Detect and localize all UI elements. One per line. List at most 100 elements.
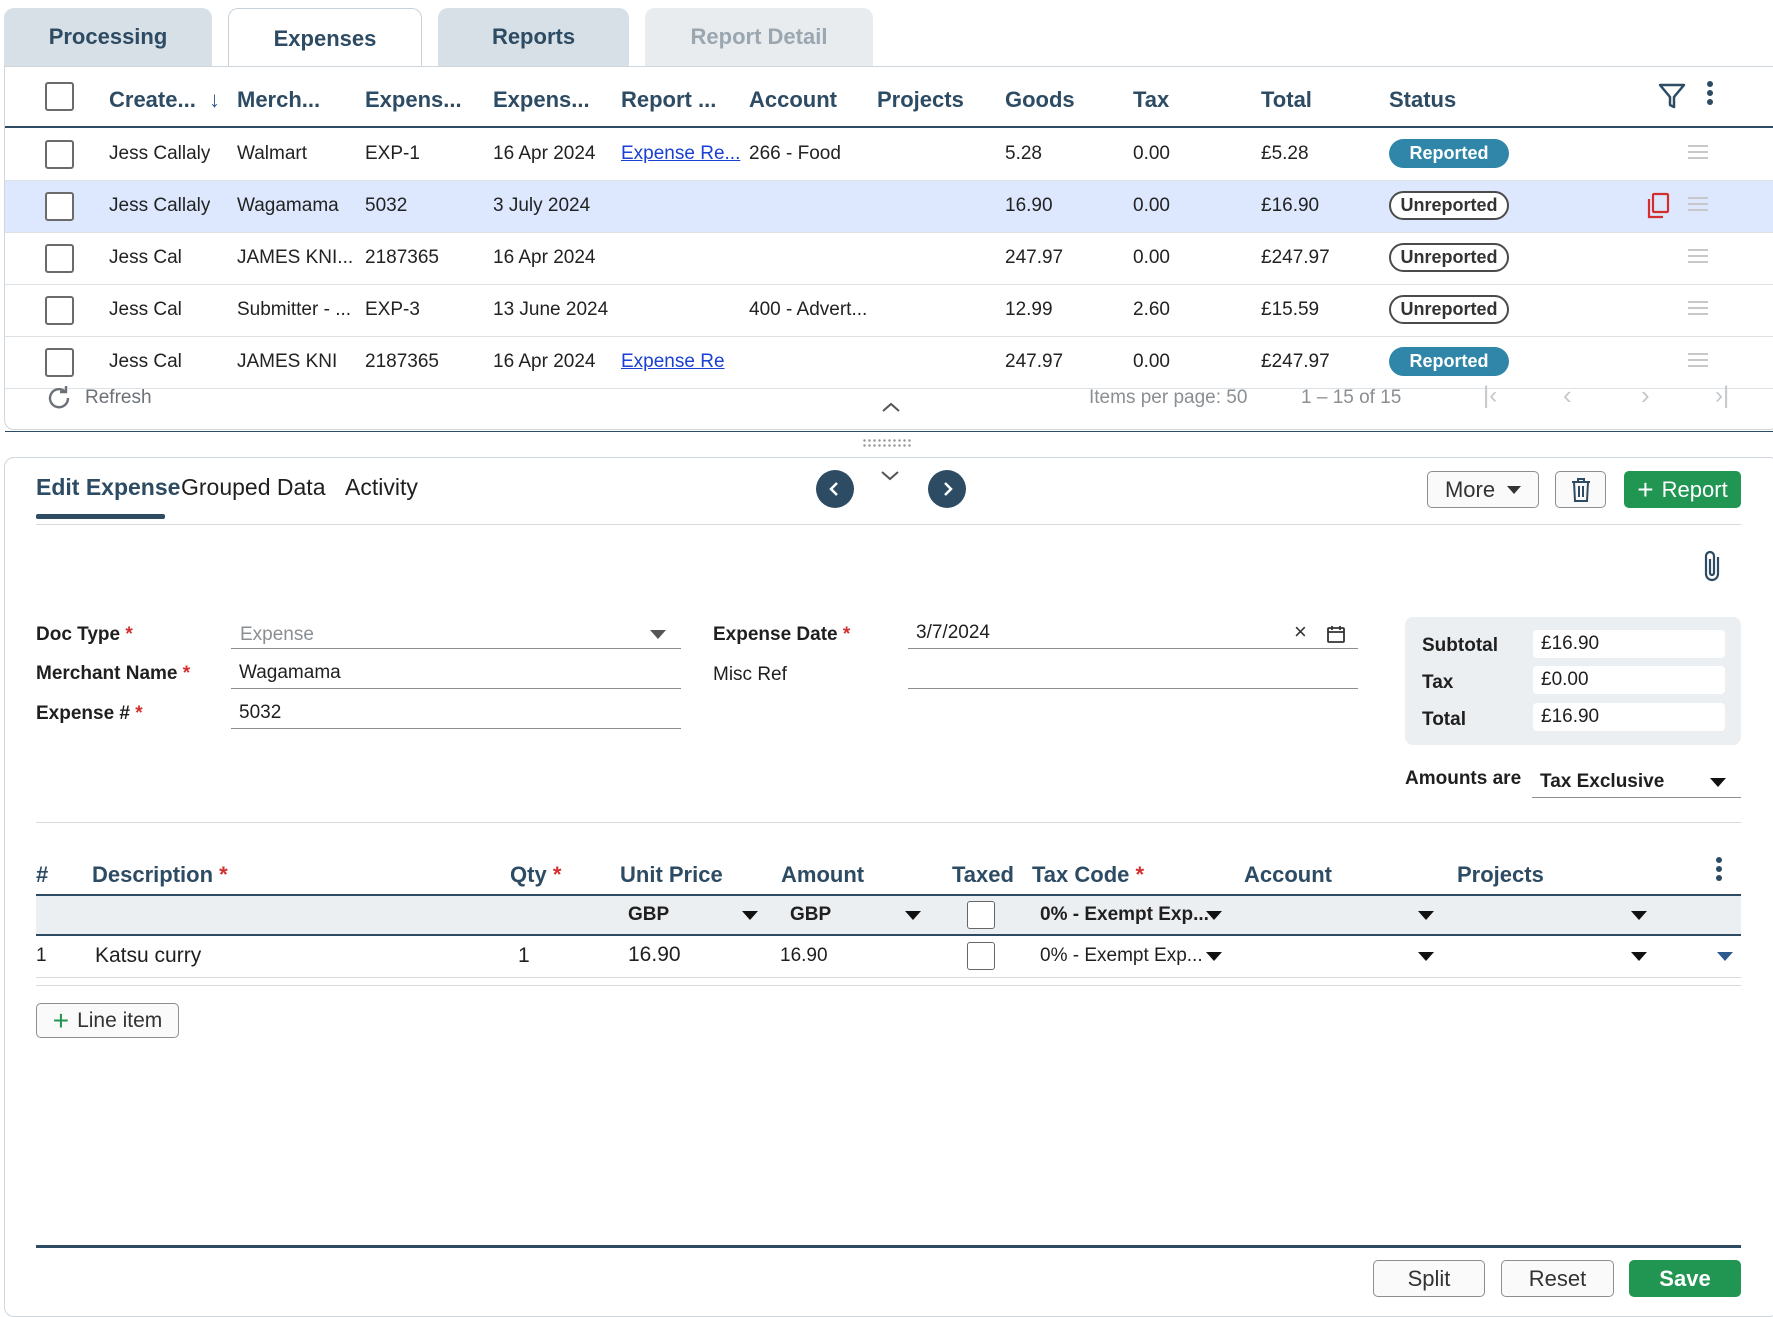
line-expand-caret-icon[interactable] — [1717, 952, 1733, 961]
line-tax-code-select[interactable]: 0% - Exempt Exp... — [1040, 945, 1203, 967]
row-menu-icon[interactable] — [1688, 249, 1708, 267]
next-page-icon[interactable]: › — [1641, 380, 1650, 411]
calendar-icon[interactable] — [1326, 624, 1346, 644]
default-taxed-checkbox[interactable] — [967, 901, 995, 929]
line-description-input[interactable]: Katsu curry — [95, 944, 201, 968]
expense-number-input[interactable]: 5032 — [239, 702, 281, 724]
default-account-caret-icon[interactable] — [1418, 911, 1434, 920]
default-tax-code[interactable]: 0% - Exempt Exp... — [1040, 904, 1209, 926]
row-menu-icon[interactable] — [1688, 145, 1708, 163]
copy-icon[interactable] — [1645, 192, 1671, 220]
clear-date-icon[interactable]: × — [1294, 619, 1307, 645]
add-line-item-button[interactable]: + Line item — [36, 1003, 179, 1038]
row-checkbox[interactable] — [45, 348, 74, 377]
save-button[interactable]: Save — [1629, 1260, 1741, 1297]
row-checkbox[interactable] — [45, 296, 74, 325]
cell-tax: 0.00 — [1133, 143, 1170, 164]
cell-report-link[interactable]: Expense Re... — [621, 143, 741, 165]
more-button[interactable]: More — [1427, 471, 1539, 508]
prev-page-icon[interactable]: ‹ — [1563, 380, 1572, 411]
column-header-merchant[interactable]: Merch... — [237, 87, 320, 113]
next-expense-button[interactable] — [928, 470, 966, 508]
doc-type-caret-icon[interactable] — [650, 630, 666, 639]
default-projects-caret-icon[interactable] — [1631, 911, 1647, 920]
table-row[interactable]: Jess Cal JAMES KNI 2187365 16 Apr 2024 E… — [5, 337, 1773, 389]
table-row[interactable]: Jess Cal JAMES KNI... 2187365 16 Apr 202… — [5, 233, 1773, 285]
cell-total: £247.97 — [1261, 351, 1330, 372]
filter-icon[interactable] — [1657, 81, 1687, 111]
tab-grouped-data[interactable]: Grouped Data — [181, 474, 325, 501]
line-tax-code-caret-icon[interactable] — [1206, 952, 1222, 961]
cell-merchant: Wagamama — [237, 195, 339, 216]
column-header-goods[interactable]: Goods — [1005, 87, 1075, 113]
refresh-button[interactable]: Refresh — [85, 387, 152, 409]
more-vert-icon[interactable] — [1705, 79, 1715, 109]
column-header-created[interactable]: Create... — [109, 87, 196, 113]
line-item-row[interactable] — [36, 936, 1741, 978]
column-header-expense-date[interactable]: Expens... — [493, 87, 590, 113]
line-header-projects: Projects — [1457, 862, 1544, 887]
amounts-are-caret-icon[interactable] — [1710, 778, 1726, 787]
tab-edit-expense[interactable]: Edit Expense — [36, 474, 180, 501]
amount-currency-caret-icon[interactable] — [905, 911, 921, 920]
column-header-projects[interactable]: Projects — [877, 87, 964, 113]
doc-type-select[interactable]: Expense — [240, 624, 314, 646]
row-menu-icon[interactable] — [1688, 197, 1708, 215]
column-header-tax[interactable]: Tax — [1133, 87, 1169, 113]
line-header-taxed: Taxed — [952, 862, 1014, 887]
line-header-qty: Qty * — [510, 862, 562, 887]
amounts-are-select[interactable]: Tax Exclusive — [1540, 771, 1664, 793]
select-all-checkbox[interactable] — [45, 82, 74, 111]
tab-processing[interactable]: Processing — [4, 8, 212, 66]
sort-desc-icon[interactable]: ↓ — [209, 87, 220, 113]
refresh-icon[interactable] — [45, 384, 73, 412]
delete-button[interactable] — [1555, 471, 1606, 508]
first-page-icon[interactable]: |‹ — [1483, 382, 1497, 410]
line-header-description: Description * — [92, 862, 228, 887]
row-checkbox[interactable] — [45, 244, 74, 273]
row-checkbox[interactable] — [45, 192, 74, 221]
split-button[interactable]: Split — [1373, 1260, 1485, 1297]
pagination-range: 1 – 15 of 15 — [1301, 387, 1402, 408]
column-header-expense-no[interactable]: Expens... — [365, 87, 462, 113]
prev-expense-button[interactable] — [816, 470, 854, 508]
expense-date-input[interactable]: 3/7/2024 — [916, 622, 990, 644]
reset-button[interactable]: Reset — [1501, 1260, 1614, 1297]
tab-activity[interactable]: Activity — [345, 474, 418, 501]
cell-merchant: JAMES KNI — [237, 351, 338, 372]
unit-currency-caret-icon[interactable] — [742, 911, 758, 920]
total-label: Total — [1422, 709, 1466, 730]
line-unit-price-input[interactable]: 16.90 — [628, 943, 681, 967]
line-taxed-checkbox[interactable] — [967, 942, 995, 970]
default-tax-code-caret-icon[interactable] — [1206, 911, 1222, 920]
default-unit-currency[interactable]: GBP — [628, 904, 669, 926]
line-qty-input[interactable]: 1 — [518, 944, 530, 968]
line-defaults-row — [36, 894, 1741, 936]
tab-expenses[interactable]: Expenses — [228, 8, 422, 68]
column-header-status[interactable]: Status — [1389, 87, 1456, 113]
row-menu-icon[interactable] — [1688, 301, 1708, 319]
table-row[interactable]: Jess Callaly Walmart EXP-1 16 Apr 2024 E… — [5, 129, 1773, 181]
add-to-report-button[interactable]: + Report — [1624, 471, 1741, 508]
chevron-up-icon[interactable] — [881, 401, 901, 413]
line-account-caret-icon[interactable] — [1418, 952, 1434, 961]
tab-reports[interactable]: Reports — [438, 8, 629, 66]
chevron-down-icon[interactable] — [880, 470, 900, 482]
column-header-report[interactable]: Report ... — [621, 87, 716, 113]
column-header-account[interactable]: Account — [749, 87, 837, 113]
table-row[interactable]: Jess Callaly Wagamama 5032 3 July 2024 1… — [5, 181, 1773, 233]
cell-report-link[interactable]: Expense Re — [621, 351, 725, 373]
splitter-handle[interactable] — [862, 438, 912, 448]
table-row[interactable]: Jess Cal Submitter - ... EXP-3 13 June 2… — [5, 285, 1773, 337]
items-per-page[interactable]: Items per page: 50 — [1089, 387, 1247, 409]
merchant-name-input[interactable]: Wagamama — [239, 662, 341, 684]
attachment-icon[interactable] — [1700, 548, 1726, 584]
line-options-icon[interactable] — [1714, 855, 1724, 885]
tab-report-detail[interactable]: Report Detail — [645, 8, 873, 66]
column-header-total[interactable]: Total — [1261, 87, 1312, 113]
last-page-icon[interactable]: ›| — [1715, 382, 1729, 410]
row-menu-icon[interactable] — [1688, 353, 1708, 371]
row-checkbox[interactable] — [45, 140, 74, 169]
default-amount-currency[interactable]: GBP — [790, 904, 831, 926]
line-projects-caret-icon[interactable] — [1631, 952, 1647, 961]
